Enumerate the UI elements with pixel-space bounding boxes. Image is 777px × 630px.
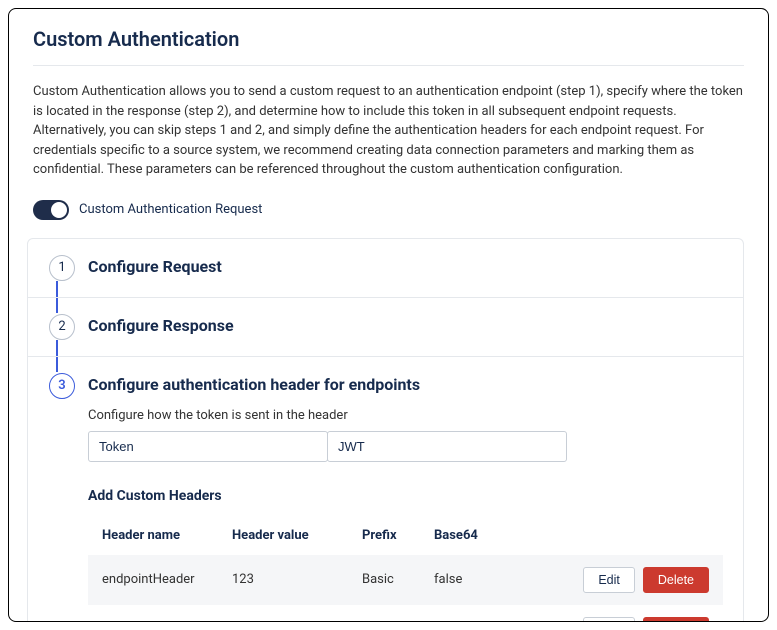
divider	[33, 65, 744, 66]
custom-auth-toggle[interactable]	[33, 200, 69, 220]
steps-card: 1 Configure Request 2 Configure Response	[27, 238, 744, 623]
step-2-title: Configure Response	[88, 316, 723, 335]
cell-prefix: Basic	[362, 572, 434, 587]
col-header-value: Header value	[232, 528, 362, 543]
table-header-row: Header name Header value Prefix Base64	[88, 516, 723, 555]
cell-header-name: endpointHeader	[102, 572, 232, 587]
cell-header-value: 123	[232, 572, 362, 587]
custom-headers-heading: Add Custom Headers	[88, 488, 723, 504]
step-3: 3 Configure authentication header for en…	[28, 356, 743, 623]
edit-button[interactable]: Edit	[583, 567, 635, 593]
token-type-input[interactable]	[327, 431, 567, 462]
delete-button[interactable]: Delete	[643, 567, 709, 593]
step-3-title: Configure authentication header for endp…	[88, 375, 723, 394]
step-3-circle: 3	[49, 373, 75, 399]
col-header-base64: Base64	[434, 528, 534, 543]
description-text: Custom Authentication allows you to send…	[33, 82, 744, 180]
step-3-subtitle: Configure how the token is sent in the h…	[88, 408, 723, 423]
step-1-title: Configure Request	[88, 257, 723, 276]
toggle-label: Custom Authentication Request	[79, 202, 262, 217]
row-actions: Edit Delete	[534, 567, 709, 593]
delete-button[interactable]: Delete	[643, 617, 709, 623]
token-name-input[interactable]	[88, 431, 328, 462]
step-1-circle: 1	[49, 255, 75, 281]
cell-base64: false	[434, 572, 534, 587]
toggle-row: Custom Authentication Request	[33, 200, 744, 220]
step-2-circle: 2	[49, 314, 75, 340]
step-1[interactable]: 1 Configure Request	[28, 239, 743, 297]
table-row: endpointHeader 123 Basic false Edit Dele…	[88, 555, 723, 605]
page-title: Custom Authentication	[33, 27, 744, 51]
col-header-name: Header name	[102, 528, 232, 543]
edit-button[interactable]: Edit	[583, 617, 635, 623]
row-actions: Edit Delete	[534, 617, 709, 623]
custom-headers-table: Header name Header value Prefix Base64 e…	[88, 516, 723, 623]
toggle-knob	[51, 202, 67, 218]
col-header-prefix: Prefix	[362, 528, 434, 543]
step-2[interactable]: 2 Configure Response	[28, 297, 743, 356]
table-row: anotherHeader header-value false Edit De…	[88, 605, 723, 623]
token-input-row	[88, 431, 723, 462]
